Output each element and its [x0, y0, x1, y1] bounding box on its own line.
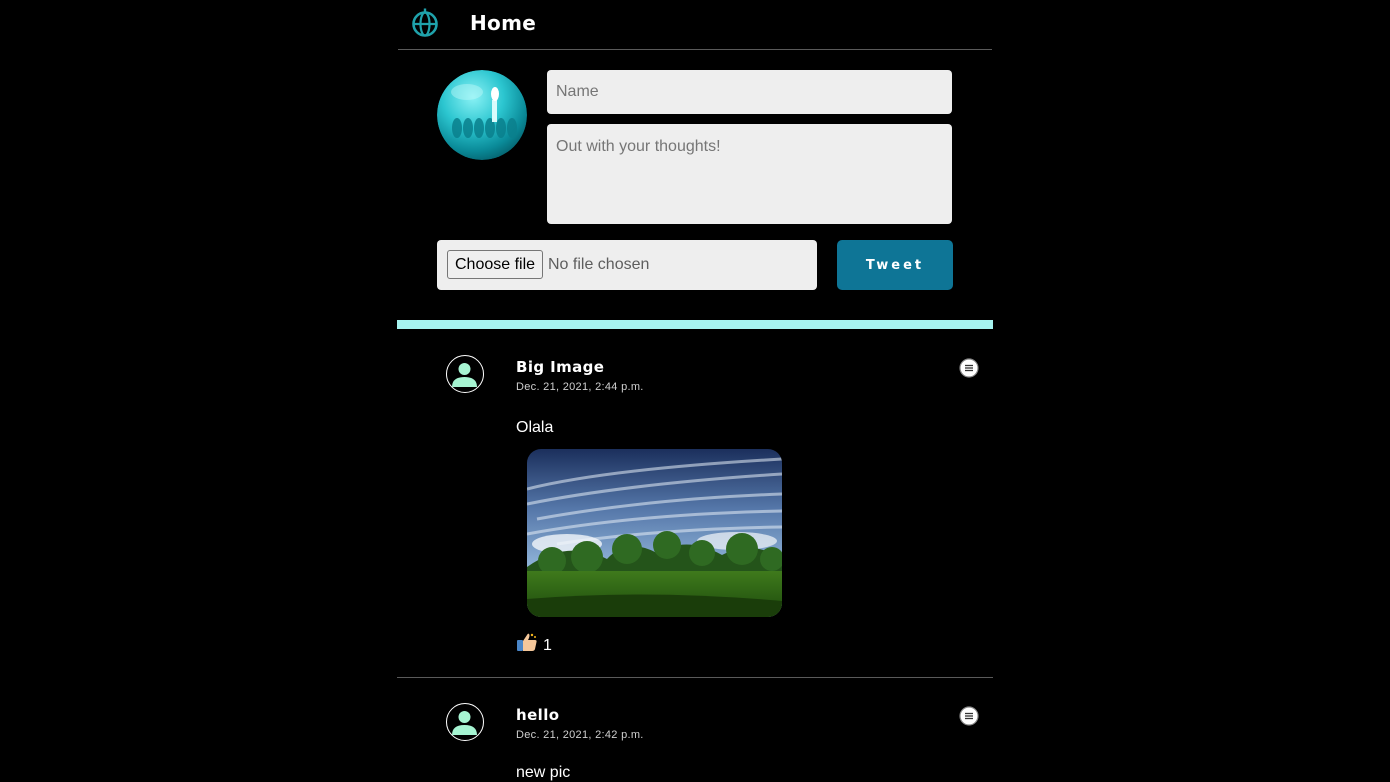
- file-input[interactable]: Choose file No file chosen: [437, 240, 817, 290]
- post-author[interactable]: hello: [516, 706, 559, 724]
- thoughts-textarea[interactable]: [547, 124, 952, 224]
- post-image[interactable]: [527, 449, 782, 617]
- section-divider: [397, 320, 993, 329]
- main-column: Home Name Out with your thoughts! Choose…: [397, 0, 993, 781]
- user-avatar-icon: [452, 363, 477, 387]
- thumbs-up-icon[interactable]: [516, 632, 538, 652]
- file-status-label: No file chosen: [548, 256, 650, 273]
- name-input[interactable]: [547, 70, 952, 114]
- like-count: 1: [543, 637, 552, 654]
- post-text: new pic: [516, 764, 571, 781]
- post-author[interactable]: Big Image: [516, 358, 604, 376]
- post-item: hello Dec. 21, 2021, 2:42 p.m. new pic: [397, 678, 993, 781]
- avatar[interactable]: [446, 703, 484, 741]
- avatar: [437, 70, 527, 160]
- avatar[interactable]: [446, 355, 484, 393]
- tweet-button[interactable]: Tweet: [837, 240, 953, 290]
- page-title: Home: [470, 11, 537, 35]
- post-timestamp: Dec. 21, 2021, 2:42 p.m.: [516, 729, 644, 741]
- post-item: Big Image Dec. 21, 2021, 2:44 p.m. Olala: [397, 330, 993, 678]
- globe-logo-icon[interactable]: [411, 8, 439, 38]
- teal-sphere-avatar-icon: [437, 70, 527, 160]
- post-timestamp: Dec. 21, 2021, 2:44 p.m.: [516, 381, 644, 393]
- top-header: Home: [398, 0, 992, 50]
- landscape-photo-icon: [527, 449, 782, 617]
- post-menu-icon[interactable]: [959, 706, 979, 726]
- choose-file-button[interactable]: Choose file: [447, 250, 544, 279]
- post-text: Olala: [516, 419, 554, 436]
- user-avatar-icon: [452, 711, 477, 735]
- post-menu-icon[interactable]: [959, 358, 979, 378]
